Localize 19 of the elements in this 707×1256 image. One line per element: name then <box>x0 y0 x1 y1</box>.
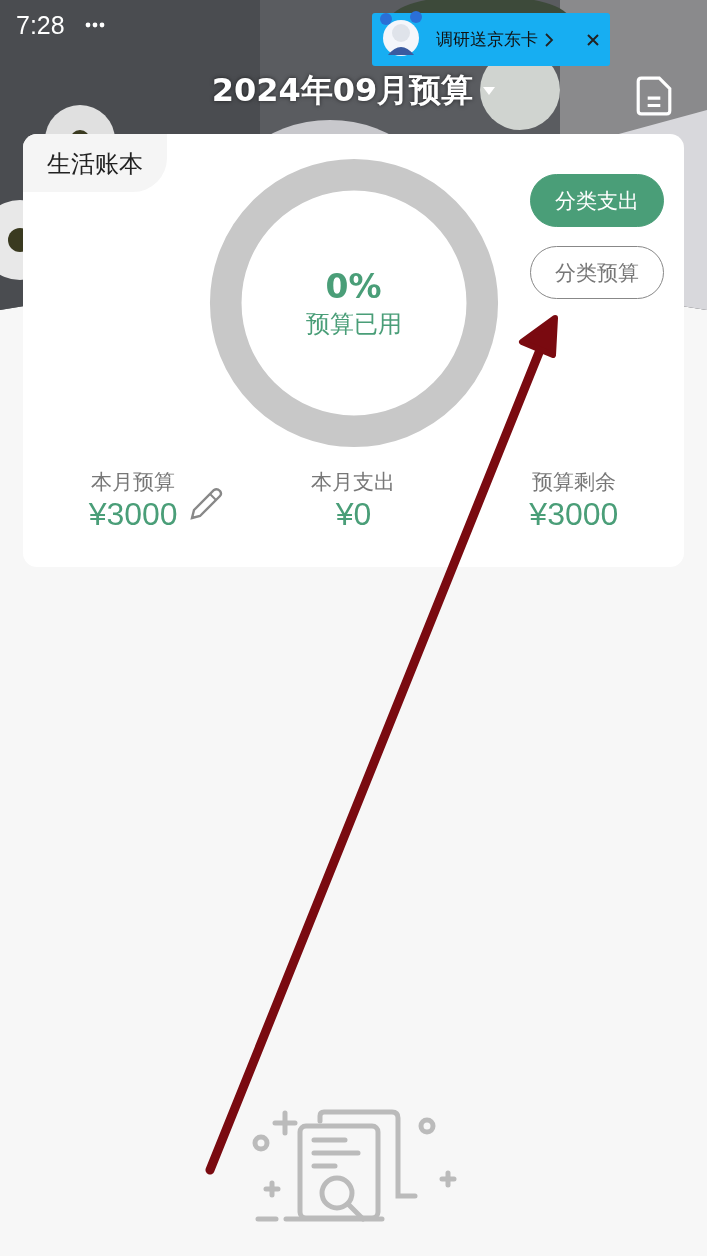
status-time: 7:28 <box>16 10 65 40</box>
ledger-tag[interactable]: 生活账本 <box>23 134 167 192</box>
promo-banner[interactable]: 调研送京东卡 <box>372 13 610 66</box>
month-title[interactable]: 2024年09月预算 <box>211 69 474 113</box>
stat-value: ¥0 <box>335 496 372 533</box>
stat-label: 本月支出 <box>311 469 396 496</box>
document-icon[interactable] <box>636 76 672 116</box>
percent-used: 0% <box>325 266 382 306</box>
stat-label: 本月预算 <box>91 469 176 496</box>
stat-value: ¥3000 <box>88 496 178 533</box>
category-button[interactable]: 分类预算 <box>530 246 664 299</box>
stat-value: ¥3000 <box>529 496 619 533</box>
chevron-right-icon <box>544 31 554 48</box>
more-icon[interactable] <box>84 22 105 28</box>
stat-label: 预算剩余 <box>531 469 616 496</box>
promo-text: 调研送京东卡 <box>436 28 538 51</box>
pencil-icon[interactable] <box>187 486 224 522</box>
close-icon[interactable] <box>586 32 600 47</box>
gauge-label: 预算已用 <box>305 308 402 340</box>
